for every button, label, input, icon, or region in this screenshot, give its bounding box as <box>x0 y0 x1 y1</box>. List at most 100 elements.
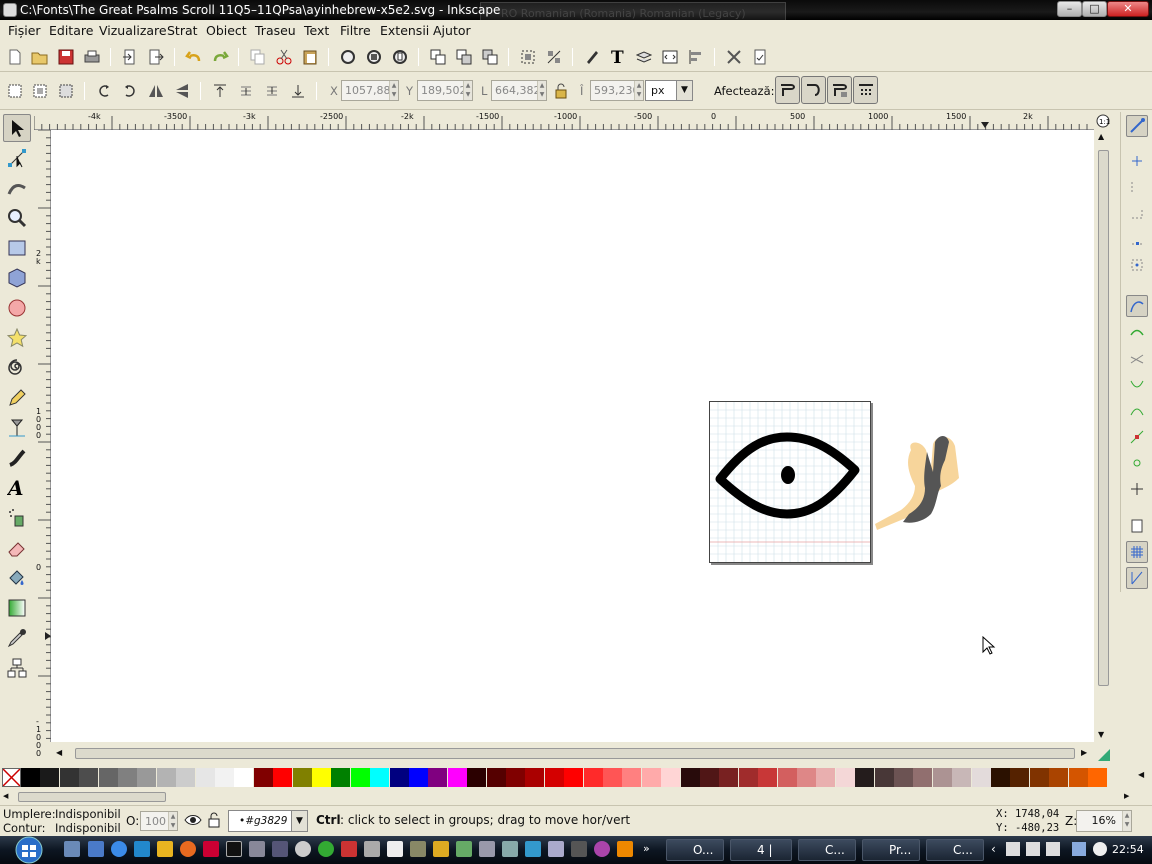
menu-object[interactable]: Obiect <box>206 23 247 38</box>
color-swatch[interactable] <box>913 768 933 787</box>
select-all-layers-icon[interactable] <box>29 80 51 102</box>
palette-scroll-thumb[interactable] <box>18 792 166 802</box>
color-swatch[interactable] <box>176 768 196 787</box>
scale-corners-toggle[interactable] <box>801 76 826 104</box>
ungroup-icon[interactable] <box>543 46 565 68</box>
layer-lock-icon[interactable] <box>207 812 221 831</box>
ayin-hebrew-scroll-glyph[interactable] <box>871 430 983 540</box>
lower-to-bottom-icon[interactable] <box>287 80 309 102</box>
color-swatch[interactable] <box>1049 768 1069 787</box>
color-swatch[interactable] <box>506 768 525 787</box>
color-swatch[interactable] <box>21 768 40 787</box>
tray-icon[interactable] <box>1006 842 1020 856</box>
snap-page-border-icon[interactable] <box>1126 515 1148 537</box>
deselect-icon[interactable] <box>55 80 77 102</box>
menu-help[interactable]: Ajutor <box>433 23 471 38</box>
minimize-button[interactable]: – <box>1057 1 1082 17</box>
rotate-cw-icon[interactable] <box>119 80 141 102</box>
gradient-tool-icon[interactable] <box>3 594 31 622</box>
snap-object-centers-icon[interactable] <box>1126 452 1148 474</box>
zoom-correction-icon[interactable]: 1:1 <box>1094 112 1112 130</box>
menu-layer[interactable]: Strat <box>167 23 198 38</box>
color-swatch[interactable] <box>1088 768 1107 787</box>
select-all-icon[interactable] <box>4 80 26 102</box>
opacity-field[interactable]: 100 ▲ ▼ <box>140 811 178 831</box>
group-icon[interactable] <box>517 46 539 68</box>
snap-bbox-center-icon[interactable] <box>1126 254 1148 276</box>
pdf-app-icon[interactable] <box>203 841 219 857</box>
pen-bezier-tool-icon[interactable] <box>3 414 31 442</box>
app-icon[interactable] <box>571 841 587 857</box>
horizontal-scroll-thumb[interactable] <box>75 748 1075 759</box>
spray-tool-icon[interactable] <box>3 504 31 532</box>
opacity-spinner-arrows[interactable]: ▲ ▼ <box>168 812 177 830</box>
app-icon[interactable] <box>433 841 449 857</box>
color-swatch[interactable] <box>1068 768 1088 787</box>
zoom-tool-icon[interactable] <box>3 204 31 232</box>
menu-filters[interactable]: Filtre <box>340 23 371 38</box>
align-distribute-icon[interactable] <box>685 46 707 68</box>
color-swatch[interactable] <box>389 768 409 787</box>
tweak-tool-icon[interactable] <box>3 174 31 202</box>
unit-select[interactable]: px ▼ <box>645 80 693 101</box>
zoom-spinner-arrows[interactable]: ▲ ▼ <box>1122 811 1131 831</box>
snap-bbox-midpoint-icon[interactable] <box>1126 228 1148 250</box>
glyph-ayin-eye[interactable] <box>710 402 870 562</box>
color-swatch[interactable] <box>59 768 79 787</box>
flip-horizontal-icon[interactable] <box>145 80 167 102</box>
palette-scrollbar[interactable]: ◀ ▶ <box>0 790 1152 804</box>
calligraphy-tool-icon[interactable] <box>3 444 31 472</box>
color-swatch[interactable] <box>409 768 428 787</box>
color-swatch[interactable] <box>816 768 836 787</box>
color-swatch[interactable] <box>991 768 1010 787</box>
tray-expand-icon[interactable]: ‹ <box>991 842 996 856</box>
undo-icon[interactable] <box>183 46 205 68</box>
fill-stroke-icon[interactable] <box>581 46 603 68</box>
snap-grid-icon[interactable] <box>1126 541 1148 563</box>
snap-nodes-icon[interactable] <box>1126 295 1148 317</box>
color-swatch[interactable] <box>215 768 234 787</box>
zoom-field[interactable]: 16% ▲ ▼ <box>1076 810 1132 832</box>
selector-arrow-icon[interactable] <box>3 114 31 142</box>
lock-ratio-icon[interactable] <box>550 80 572 102</box>
folder-app-icon[interactable] <box>157 841 173 857</box>
color-swatch[interactable] <box>1010 768 1030 787</box>
y-spinner-arrows[interactable]: ▲ ▼ <box>463 81 472 100</box>
menu-text[interactable]: Text <box>304 23 329 38</box>
snap-intersections-icon[interactable] <box>1126 348 1148 370</box>
duplicate-icon[interactable] <box>427 46 449 68</box>
color-swatch[interactable] <box>467 768 487 787</box>
import-icon[interactable] <box>119 46 141 68</box>
app-icon[interactable] <box>341 841 357 857</box>
save-app-icon[interactable] <box>134 841 150 857</box>
color-swatch[interactable] <box>447 768 467 787</box>
connector-tool-icon[interactable] <box>3 654 31 682</box>
color-swatch[interactable] <box>680 768 700 787</box>
color-swatch[interactable] <box>603 768 622 787</box>
color-swatch[interactable] <box>273 768 293 787</box>
page-area[interactable] <box>709 401 871 563</box>
taskbar-button[interactable]: C... <box>926 839 984 861</box>
snap-guides-icon[interactable] <box>1126 567 1148 589</box>
menu-path[interactable]: Traseu <box>255 23 296 38</box>
inkscape-app-icon[interactable] <box>3 3 17 17</box>
snap-rotation-center-icon[interactable] <box>1126 478 1148 500</box>
transform-patterns-toggle[interactable] <box>853 76 878 104</box>
horizontal-scrollbar[interactable]: ◀ ▶ <box>51 745 1094 763</box>
scroll-right-icon[interactable]: ▶ <box>1124 792 1129 800</box>
vertical-scrollbar[interactable]: ▲ ▼ <box>1094 130 1112 742</box>
color-swatch[interactable] <box>370 768 390 787</box>
scroll-right-icon[interactable]: ▶ <box>1081 748 1087 757</box>
start-orb-icon[interactable] <box>4 836 54 864</box>
ellipse-tool-icon[interactable] <box>3 294 31 322</box>
x-spinner-arrows[interactable]: ▲ ▼ <box>389 81 398 100</box>
zoom-drawing-icon[interactable] <box>363 46 385 68</box>
color-swatch[interactable] <box>797 768 816 787</box>
clone-icon[interactable] <box>453 46 475 68</box>
scale-stroke-toggle[interactable] <box>775 76 800 104</box>
color-manage-toggle-icon[interactable] <box>1096 747 1112 766</box>
preferences-icon[interactable] <box>723 46 745 68</box>
current-layer-select[interactable]: •#g3829 ▼ <box>228 810 308 832</box>
snap-midpoints-icon[interactable] <box>1126 426 1148 448</box>
color-swatch[interactable] <box>777 768 797 787</box>
